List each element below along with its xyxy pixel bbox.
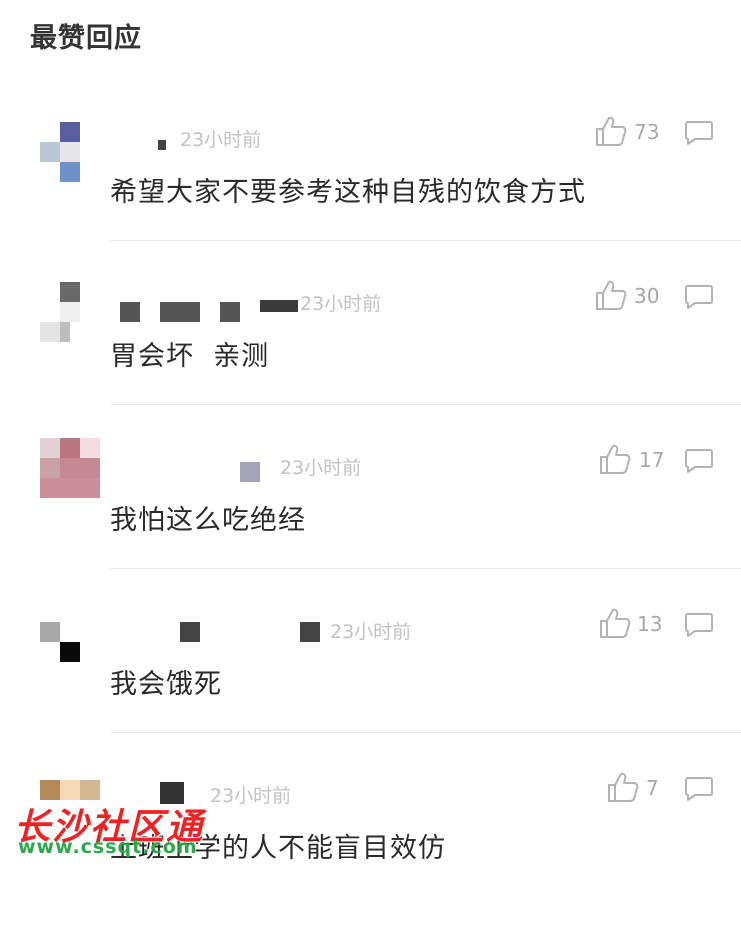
comment-time: 23小时前: [330, 621, 412, 643]
thumbs-up-icon[interactable]: [598, 442, 632, 476]
watermark-url: www.cssqt.com: [18, 836, 198, 858]
thumbs-up-icon[interactable]: [598, 606, 632, 640]
comment-bubble-icon[interactable]: [684, 120, 714, 146]
like-count: 13: [637, 612, 663, 636]
comment-bubble-icon[interactable]: [684, 612, 714, 638]
avatar[interactable]: [40, 438, 100, 498]
like-count: 7: [646, 776, 659, 800]
thumbs-up-icon[interactable]: [594, 278, 628, 312]
section-title: 最赞回应: [30, 23, 142, 54]
avatar[interactable]: [40, 122, 100, 182]
like-count: 73: [634, 120, 660, 144]
comment-item: 23小时前 73 希望大家不要参考这种自残的饮食方式: [0, 108, 741, 272]
comment-time: 23小时前: [300, 293, 382, 315]
thumbs-up-icon[interactable]: [606, 770, 640, 804]
comment-content: 我怕这么吃绝经: [110, 505, 306, 536]
comment-content: 希望大家不要参考这种自残的饮食方式: [110, 177, 586, 208]
thumbs-up-icon[interactable]: [594, 114, 628, 148]
comment-bubble-icon[interactable]: [684, 284, 714, 310]
divider: [110, 568, 741, 569]
comment-item: 23小时前 30 胃会坏 亲测: [0, 272, 741, 436]
comment-item: 23小时前 13 我会饿死: [0, 600, 741, 764]
like-count: 17: [639, 448, 665, 472]
avatar[interactable]: [40, 622, 100, 682]
comment-bubble-icon[interactable]: [684, 448, 714, 474]
like-count: 30: [634, 284, 660, 308]
divider: [110, 404, 741, 405]
avatar[interactable]: [40, 282, 100, 342]
comment-bubble-icon[interactable]: [684, 776, 714, 802]
comment-content: 我会饿死: [110, 669, 222, 700]
comment-item: 23小时前 17 我怕这么吃绝经: [0, 436, 741, 600]
divider: [110, 240, 741, 241]
comment-time: 23小时前: [280, 457, 362, 479]
divider: [110, 732, 741, 733]
watermark-logo: 长沙社区通 www.cssqt.com: [14, 798, 244, 868]
comment-time: 23小时前: [180, 129, 262, 151]
comment-content: 胃会坏 亲测: [110, 341, 270, 372]
